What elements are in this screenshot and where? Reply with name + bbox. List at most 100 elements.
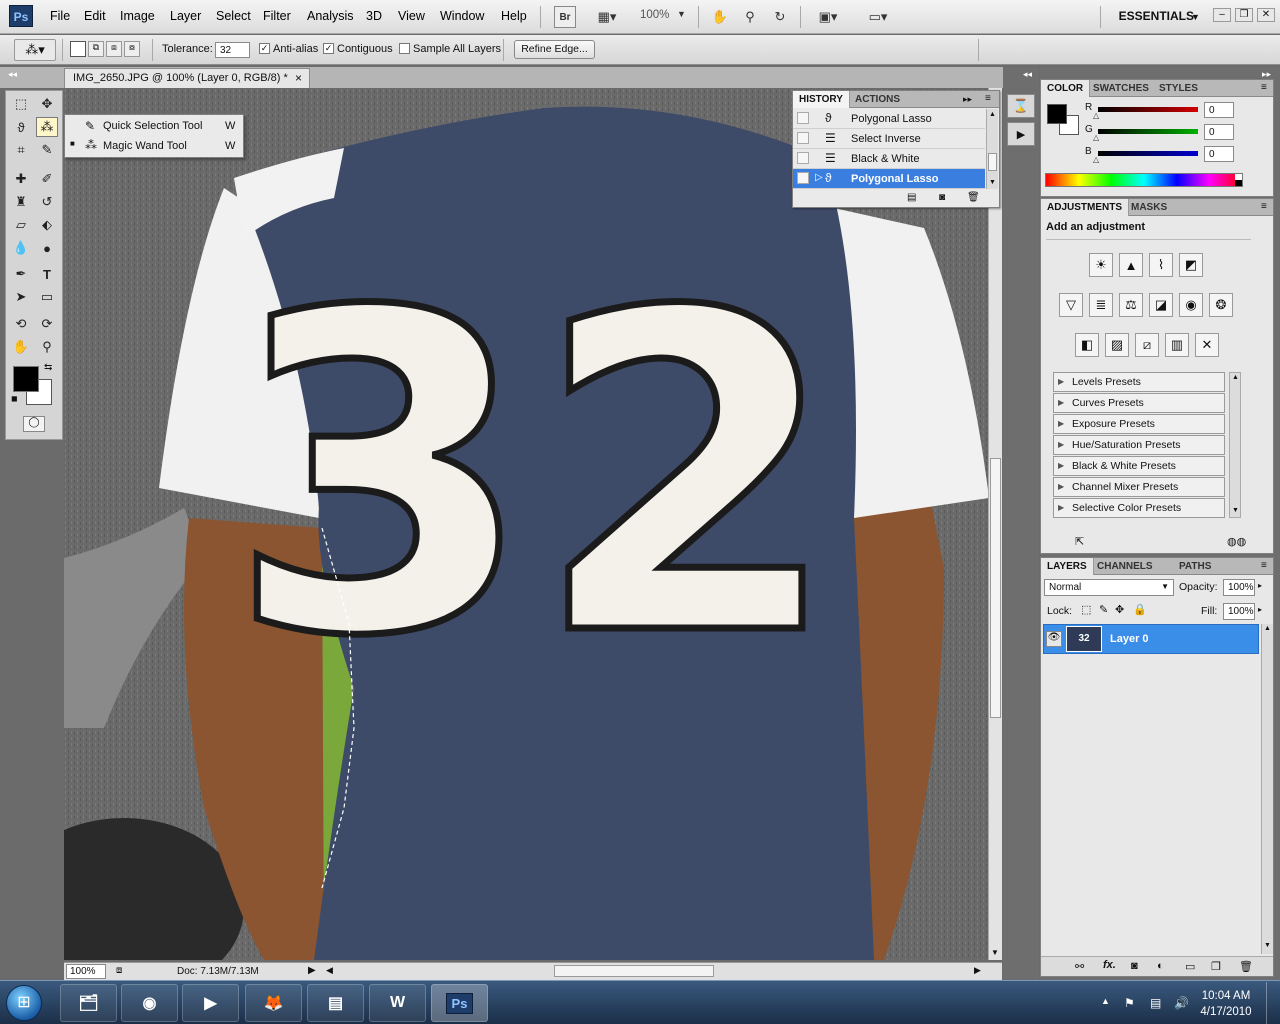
restore-button[interactable]: ❐ [1235, 8, 1253, 22]
selective-color-button[interactable]: ✕ [1195, 333, 1219, 357]
menu-select[interactable]: Select [216, 9, 251, 23]
brush-tool[interactable]: ✐ [36, 169, 58, 189]
show-hidden-icons[interactable]: ▲ [1101, 996, 1110, 1006]
history-scroll-thumb[interactable] [988, 153, 997, 171]
new-layer-icon[interactable]: ❐ [1211, 960, 1221, 973]
type-tool[interactable]: T [36, 264, 58, 284]
tab-color[interactable]: COLOR [1041, 80, 1091, 97]
close-document-button[interactable]: × [295, 71, 302, 85]
action-center-icon[interactable]: ⚑ [1124, 996, 1135, 1010]
green-slider-handle[interactable]: △ [1093, 133, 1099, 142]
layer-row[interactable]: 👁 32 Layer 0 [1043, 624, 1259, 654]
3d-rotate-tool[interactable]: ⟲ [10, 314, 32, 334]
scroll-down-icon[interactable]: ▼ [1232, 507, 1239, 514]
actions-panel-button[interactable]: ▶ [1007, 122, 1035, 146]
snapshot-icon[interactable]: ◙ [939, 192, 945, 203]
menu-filter[interactable]: Filter [263, 9, 291, 23]
link-layers-icon[interactable]: ⚯ [1075, 960, 1084, 973]
zoom-level[interactable]: 100% [640, 9, 669, 21]
green-value-input[interactable]: 0 [1204, 124, 1234, 140]
tab-paths[interactable]: PATHS [1173, 558, 1217, 575]
menu-file[interactable]: File [50, 9, 70, 23]
channel-mixer-button[interactable]: ❂ [1209, 293, 1233, 317]
opacity-slider-arrow-icon[interactable]: ▸ [1258, 581, 1262, 590]
menu-edit[interactable]: Edit [84, 9, 106, 23]
refine-edge-button[interactable]: Refine Edge... [514, 40, 595, 59]
zoom-tool[interactable]: ⚲ [36, 337, 58, 357]
lock-transparent-icon[interactable]: ⬚ [1081, 603, 1091, 616]
curves-button[interactable]: ⌇ [1149, 253, 1173, 277]
panel-menu-icon[interactable]: ≡ [1261, 201, 1267, 212]
add-mask-icon[interactable]: ◙ [1131, 960, 1138, 972]
swap-colors-icon[interactable]: ⇆ [44, 362, 52, 373]
return-to-list-icon[interactable]: ⇱ [1075, 535, 1084, 548]
flyout-item-magic-wand[interactable]: ■ ⁂ Magic Wand Tool W [65, 137, 243, 157]
preset-item[interactable]: Channel Mixer Presets [1053, 477, 1225, 497]
document-canvas[interactable]: 32 [64, 88, 988, 960]
scroll-down-icon[interactable]: ▼ [1264, 942, 1271, 949]
horizontal-scroll-thumb[interactable] [554, 965, 714, 977]
network-icon[interactable]: ▤ [1150, 996, 1161, 1010]
contiguous-checkbox[interactable]: ✓ [323, 43, 334, 54]
tab-layers[interactable]: LAYERS [1041, 558, 1094, 575]
default-colors-icon[interactable]: ◼ [11, 394, 18, 403]
menu-window[interactable]: Window [440, 9, 484, 23]
new-document-from-state-icon[interactable]: ▤ [907, 192, 916, 203]
layers-scrollbar[interactable]: ▲ ▼ [1261, 624, 1273, 954]
fx-icon[interactable]: fx. [1103, 959, 1116, 971]
preset-item[interactable]: Hue/Saturation Presets [1053, 435, 1225, 455]
lasso-tool[interactable]: ϑ [10, 117, 32, 137]
layer-name[interactable]: Layer 0 [1110, 633, 1149, 645]
exposure-button[interactable]: ◩ [1179, 253, 1203, 277]
tab-swatches[interactable]: SWATCHES [1087, 80, 1155, 97]
status-arrow-icon[interactable]: ▶ [308, 965, 316, 976]
paint-bucket-tool[interactable]: ⬖ [36, 215, 58, 235]
scroll-left-icon[interactable]: ◀ [326, 965, 333, 976]
eye-icon[interactable]: 👁 [1046, 631, 1062, 647]
brightness-contrast-button[interactable]: ☀ [1089, 253, 1113, 277]
history-snapshot-box[interactable] [797, 152, 809, 164]
dodge-tool[interactable]: ● [36, 238, 58, 258]
arrange-documents-button[interactable]: ▣▾ [810, 6, 846, 28]
show-desktop-button[interactable] [1266, 982, 1280, 1024]
foreground-color-chip[interactable] [1047, 104, 1067, 124]
magic-wand-tool[interactable]: ⁂ [36, 117, 58, 137]
color-balance-button[interactable]: ⚖ [1119, 293, 1143, 317]
taskbar-photoshop[interactable]: Ps [431, 984, 488, 1022]
move-tool[interactable]: ✥ [36, 94, 58, 114]
volume-icon[interactable]: 🔊 [1174, 996, 1189, 1010]
canvas-vertical-scrollbar[interactable]: ▲ ▼ [988, 88, 1002, 960]
vertical-scroll-thumb[interactable] [990, 458, 1001, 718]
history-snapshot-box[interactable] [797, 172, 809, 184]
presets-scrollbar[interactable]: ▲ ▼ [1229, 372, 1241, 518]
blue-slider-track[interactable] [1098, 151, 1198, 156]
invert-button[interactable]: ◧ [1075, 333, 1099, 357]
add-to-selection-button[interactable]: ⧉ [88, 41, 104, 57]
preset-item[interactable]: Curves Presets [1053, 393, 1225, 413]
levels-button[interactable]: ▲ [1119, 253, 1143, 277]
trash-icon[interactable]: 🗑 [1239, 960, 1253, 973]
close-button[interactable]: ✕ [1257, 8, 1275, 22]
preset-item[interactable]: Levels Presets [1053, 372, 1225, 392]
menu-view[interactable]: View [398, 9, 425, 23]
new-group-icon[interactable]: ▭ [1185, 960, 1195, 973]
taskbar-window-app[interactable]: ▤ [307, 984, 364, 1022]
pen-tool[interactable]: ✒ [10, 264, 32, 284]
preset-item[interactable]: Exposure Presets [1053, 414, 1225, 434]
panel-menu-icon[interactable]: ≡ [1261, 560, 1267, 571]
history-snapshot-box[interactable] [797, 112, 809, 124]
red-slider-track[interactable] [1098, 107, 1198, 112]
intersect-selection-button[interactable]: ⧇ [124, 41, 140, 57]
crop-tool[interactable]: ⌗ [10, 140, 32, 160]
history-scrollbar[interactable]: ▲ ▼ [986, 109, 998, 189]
spectrum-black-swatch[interactable] [1235, 180, 1242, 186]
scroll-up-icon[interactable]: ▲ [1232, 374, 1239, 381]
taskbar-explorer[interactable]: 🗂 [60, 984, 117, 1022]
scroll-down-icon[interactable]: ▼ [989, 179, 996, 186]
fill-slider-arrow-icon[interactable]: ▸ [1258, 605, 1262, 614]
history-panel-button[interactable]: ⌛ [1007, 94, 1035, 118]
new-selection-button[interactable] [70, 41, 86, 57]
screen-mode-button[interactable]: ▭▾ [860, 6, 896, 28]
tolerance-input[interactable]: 32 [215, 42, 250, 58]
menu-3d[interactable]: 3D [366, 9, 382, 23]
